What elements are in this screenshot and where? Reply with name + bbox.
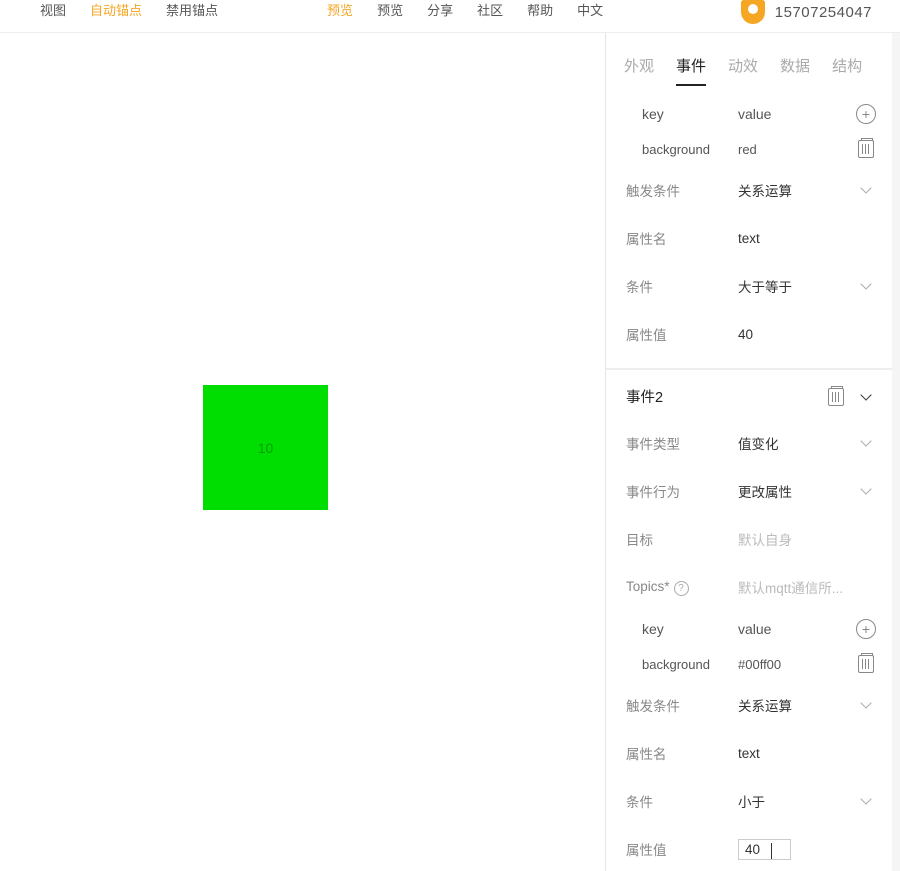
property-row: 事件行为更改属性: [606, 467, 900, 515]
property-label: 属性值: [626, 839, 738, 859]
property-label: 触发条件: [626, 180, 738, 200]
topbar: 视图自动锚点禁用锚点 预览预览分享社区帮助中文 15707254047: [0, 0, 900, 33]
event2-title: 事件2: [626, 386, 828, 407]
delete-event-icon[interactable]: [828, 388, 844, 406]
collapse-icon[interactable]: [860, 391, 872, 403]
kv-header-key: key: [624, 106, 734, 122]
property-label: 条件: [626, 276, 738, 296]
property-row: 目标默认自身: [606, 515, 900, 563]
property-row: 条件大于等于: [606, 262, 900, 310]
scrollbar[interactable]: [892, 33, 900, 871]
property-row: 条件小于: [606, 777, 900, 825]
username: 15707254047: [775, 4, 872, 21]
tab-4[interactable]: 结构: [832, 55, 862, 86]
toolbar-item[interactable]: 中文: [565, 2, 615, 20]
chevron-down-icon[interactable]: [860, 184, 872, 196]
kv-row: backgroundred: [606, 132, 900, 166]
event2-header[interactable]: 事件2: [606, 369, 900, 419]
property-value[interactable]: 关系运算: [738, 695, 860, 715]
kv-row: background#00ff00: [606, 647, 900, 681]
event1-section: key value + backgroundred 触发条件关系运算属性名tex…: [606, 96, 900, 369]
property-label: 事件类型: [626, 433, 738, 453]
property-value[interactable]: 值变化: [738, 433, 860, 453]
add-kv-icon[interactable]: +: [856, 104, 876, 124]
kv-header-key: key: [624, 621, 734, 637]
delete-row-icon[interactable]: [858, 140, 874, 158]
toolbar-item[interactable]: 自动锚点: [78, 2, 154, 20]
property-value[interactable]: 默认mqtt通信所...: [738, 577, 880, 597]
property-row: 触发条件关系运算: [606, 166, 900, 214]
property-row: 属性值40: [606, 310, 900, 358]
chevron-down-icon[interactable]: [860, 699, 872, 711]
add-kv-icon[interactable]: +: [856, 619, 876, 639]
kv-value[interactable]: #00ff00: [734, 657, 858, 672]
kv-key[interactable]: background: [624, 657, 734, 672]
property-row: Topics*?默认mqtt通信所...: [606, 563, 900, 611]
property-row: 事件类型值变化: [606, 419, 900, 467]
property-label: 属性名: [626, 228, 738, 248]
property-row: 触发条件关系运算: [606, 681, 900, 729]
chevron-down-icon[interactable]: [860, 437, 872, 449]
property-label: 事件行为: [626, 481, 738, 501]
toolbar-item[interactable]: 预览: [365, 2, 415, 20]
property-value[interactable]: 关系运算: [738, 180, 860, 200]
tab-2[interactable]: 动效: [728, 55, 758, 86]
chevron-down-icon[interactable]: [860, 795, 872, 807]
tab-3[interactable]: 数据: [780, 55, 810, 86]
help-icon[interactable]: ?: [674, 581, 689, 596]
shape-rect[interactable]: 10: [203, 385, 328, 510]
inspector-panel: 外观事件动效数据结构 key value + backgroundred 触发条…: [606, 33, 900, 871]
property-label: 目标: [626, 529, 738, 549]
toolbar-item[interactable]: 分享: [415, 2, 465, 20]
toolbar-item[interactable]: 社区: [465, 2, 515, 20]
shape-text: 10: [258, 440, 274, 456]
tab-0[interactable]: 外观: [624, 55, 654, 86]
property-value[interactable]: 默认自身: [738, 529, 880, 549]
property-label: 条件: [626, 791, 738, 811]
kv-header-value: value: [734, 106, 856, 122]
property-label: Topics*?: [626, 579, 738, 596]
toolbar-item[interactable]: 帮助: [515, 2, 565, 20]
delete-row-icon[interactable]: [858, 655, 874, 673]
property-row: 属性值40: [606, 825, 900, 871]
chevron-down-icon[interactable]: [860, 485, 872, 497]
property-row: 属性名text: [606, 214, 900, 262]
avatar-icon[interactable]: [741, 0, 765, 24]
property-value[interactable]: 大于等于: [738, 276, 860, 296]
chevron-down-icon[interactable]: [860, 280, 872, 292]
property-row: 属性名text: [606, 729, 900, 777]
property-value[interactable]: text: [738, 231, 880, 246]
inspector-tabs: 外观事件动效数据结构: [606, 33, 900, 96]
toolbar-item[interactable]: 视图: [28, 2, 78, 20]
kv-key[interactable]: background: [624, 142, 734, 157]
toolbar-item[interactable]: 预览: [315, 2, 365, 20]
property-value[interactable]: 小于: [738, 791, 860, 811]
property-label: 触发条件: [626, 695, 738, 715]
kv-value[interactable]: red: [734, 142, 858, 157]
property-value[interactable]: 40: [738, 327, 880, 342]
kv-header-value: value: [734, 621, 856, 637]
canvas[interactable]: 10: [0, 33, 606, 871]
toolbar-item[interactable]: 禁用锚点: [154, 2, 230, 20]
property-value[interactable]: text: [738, 746, 880, 761]
property-label: 属性值: [626, 324, 738, 344]
tab-1[interactable]: 事件: [676, 55, 706, 86]
property-value-input[interactable]: 40: [738, 842, 880, 857]
property-value[interactable]: 更改属性: [738, 481, 860, 501]
property-label: 属性名: [626, 743, 738, 763]
user-area: 15707254047: [741, 0, 872, 24]
